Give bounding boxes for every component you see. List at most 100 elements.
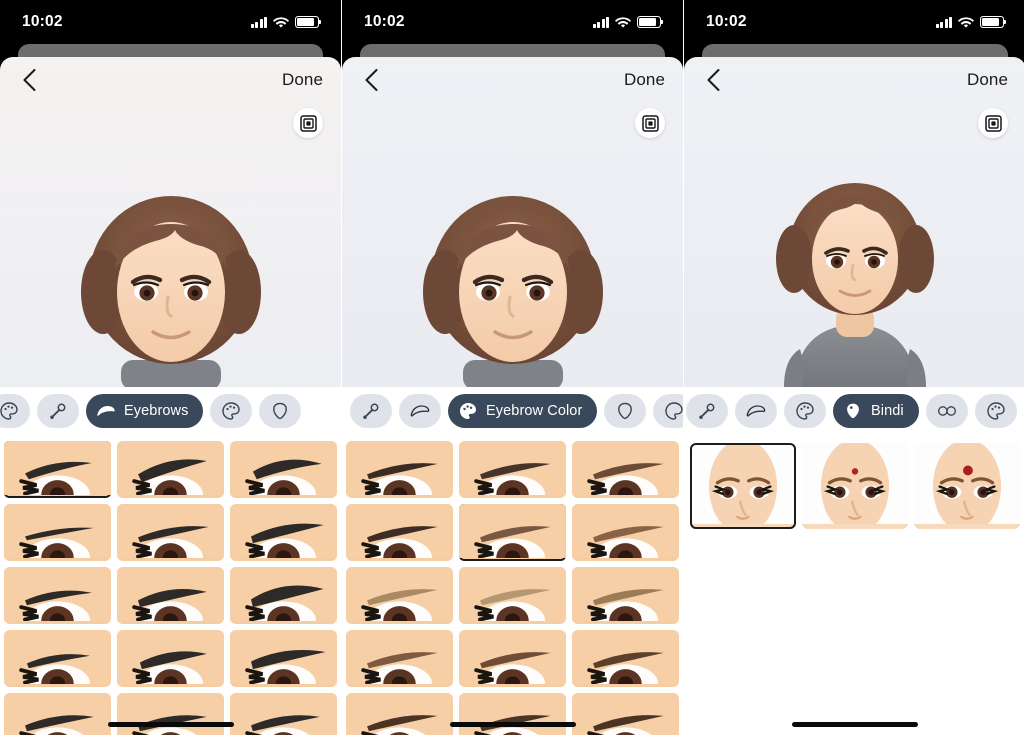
eyebrow-shape-cell[interactable] — [4, 567, 111, 624]
done-button[interactable]: Done — [282, 70, 323, 90]
eyebrow-shape-cell[interactable] — [4, 504, 111, 561]
eyebrow-shape-cell[interactable] — [117, 441, 224, 498]
cellular-signal-icon — [250, 16, 267, 28]
category-tab-bar[interactable]: Eyebrow Color — [342, 387, 683, 435]
palette-icon — [222, 402, 241, 420]
avatar-stage — [0, 103, 341, 387]
eyebrow-color-cell[interactable] — [459, 504, 566, 561]
battery-icon — [637, 16, 664, 28]
bindi-option-cell[interactable] — [802, 443, 908, 529]
frame-icon[interactable] — [978, 108, 1008, 138]
tab-makeup-color[interactable] — [974, 394, 1017, 428]
tab-eyebrow-color[interactable] — [210, 394, 253, 428]
tab-makeup-color[interactable] — [0, 394, 30, 428]
back-button[interactable] — [360, 69, 382, 91]
piercing-icon — [363, 403, 379, 419]
eyebrow-color-cell[interactable] — [572, 630, 679, 687]
palette-icon — [796, 402, 814, 420]
nav-bar: Done — [684, 57, 1024, 103]
status-bar: 10:02 — [684, 0, 1024, 44]
eyebrow-shape-cell[interactable] — [230, 693, 337, 735]
editor-sheet: Done — [0, 57, 341, 735]
palette-icon — [460, 403, 476, 419]
eyebrow-shape-cell[interactable] — [117, 693, 224, 735]
bindi-option-cell[interactable] — [914, 443, 1020, 529]
back-button[interactable] — [18, 69, 40, 91]
avatar-stage — [684, 103, 1024, 387]
eyebrow-shape-cell[interactable] — [117, 630, 224, 687]
done-button[interactable]: Done — [967, 70, 1008, 90]
three-panel-screenshot: 10:02 Done Eyebrows 10:02 Done Eyebrow C… — [0, 0, 1024, 735]
eyebrow-shape-cell[interactable] — [230, 504, 337, 561]
wifi-icon — [958, 16, 974, 28]
category-tab-bar[interactable]: Bindi — [684, 387, 1024, 435]
eyebrow-color-cell[interactable] — [346, 693, 453, 735]
head-shape-icon — [618, 402, 633, 420]
avatar-bust — [776, 183, 934, 387]
done-button[interactable]: Done — [624, 70, 665, 90]
status-bar: 10:02 — [342, 0, 683, 44]
eyebrow-shape-cell[interactable] — [230, 630, 337, 687]
eyebrow-color-cell[interactable] — [572, 567, 679, 624]
wifi-icon — [273, 16, 289, 28]
avatar-preview[interactable] — [684, 103, 1024, 387]
head-shape-icon — [273, 402, 288, 420]
eyebrow-shape-cell[interactable] — [230, 567, 337, 624]
battery-icon — [295, 16, 322, 28]
eyebrow-color-cell[interactable] — [346, 567, 453, 624]
wifi-icon — [615, 16, 631, 28]
eyebrow-color-cell[interactable] — [346, 630, 453, 687]
bindi-option-cell[interactable] — [690, 443, 796, 529]
eyebrow-shape-cell[interactable] — [230, 441, 337, 498]
tab-piercing[interactable] — [350, 394, 392, 428]
avatar-preview[interactable] — [342, 103, 683, 387]
eyebrow-color-cell[interactable] — [572, 441, 679, 498]
tab-head-shape[interactable] — [604, 394, 647, 428]
option-grid-eyebrow-colors[interactable] — [342, 435, 683, 735]
eyebrow-shape-cell[interactable] — [117, 567, 224, 624]
tab-eyebrows[interactable] — [735, 394, 777, 428]
phone-panel-bindi: 10:02 Done Bindi — [684, 0, 1024, 735]
eyebrow-shape-cell[interactable] — [4, 630, 111, 687]
frame-icon[interactable] — [635, 108, 665, 138]
eyebrow-shape-cell[interactable] — [117, 504, 224, 561]
back-button[interactable] — [702, 69, 724, 91]
eyebrow-color-cell[interactable] — [346, 504, 453, 561]
tab-eyebrows[interactable]: Eyebrows — [86, 394, 204, 428]
tab-eyebrows[interactable] — [399, 394, 441, 428]
category-tab-bar[interactable]: Eyebrows — [0, 387, 341, 435]
avatar-head — [422, 196, 603, 387]
status-bar-icons — [592, 16, 664, 28]
tab-bindi[interactable]: Bindi — [833, 394, 919, 428]
home-indicator — [792, 722, 918, 727]
nav-bar: Done — [342, 57, 683, 103]
eyebrow-color-cell[interactable] — [572, 504, 679, 561]
eyebrow-color-cell[interactable] — [572, 693, 679, 735]
home-indicator — [107, 722, 234, 727]
eyebrow-color-cell[interactable] — [459, 630, 566, 687]
tab-piercing[interactable] — [37, 394, 79, 428]
tab-eyebrows-label: Eyebrows — [124, 403, 189, 419]
eyebrow-color-cell[interactable] — [346, 441, 453, 498]
eyebrow-icon — [410, 405, 430, 417]
tab-eyewear[interactable] — [925, 394, 968, 428]
tab-piercing[interactable] — [686, 394, 728, 428]
avatar-preview[interactable] — [0, 103, 341, 387]
cellular-signal-icon — [592, 16, 609, 28]
tab-next-category[interactable] — [653, 394, 683, 428]
tab-eyebrow-color[interactable]: Eyebrow Color — [448, 394, 598, 428]
eyebrow-color-cell[interactable] — [459, 693, 566, 735]
option-grid-bindi[interactable] — [684, 435, 1024, 735]
eyebrow-color-cell[interactable] — [459, 567, 566, 624]
tab-eyebrow-color[interactable] — [784, 394, 826, 428]
eyebrow-shape-cell[interactable] — [4, 441, 111, 498]
tab-strip: Eyebrow Color — [350, 394, 683, 428]
frame-icon[interactable] — [293, 108, 323, 138]
eyebrow-icon — [97, 406, 115, 416]
palette-icon — [987, 402, 1005, 420]
eyebrow-color-cell[interactable] — [459, 441, 566, 498]
status-bar: 10:02 — [0, 0, 341, 44]
tab-head-shape[interactable] — [259, 394, 302, 428]
eyebrow-shape-cell[interactable] — [4, 693, 111, 735]
option-grid-eyebrows[interactable] — [0, 435, 341, 735]
